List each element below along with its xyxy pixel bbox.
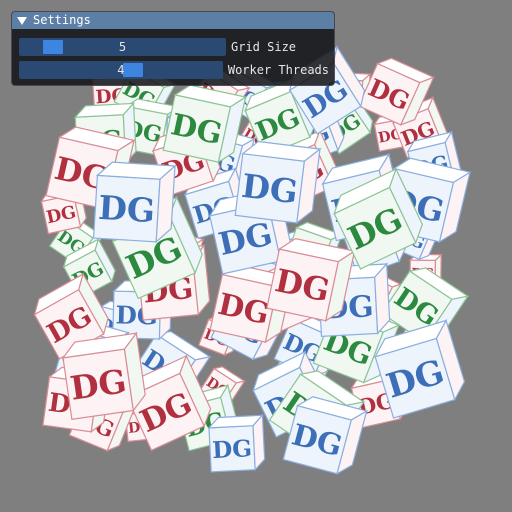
worker-threads-slider[interactable]: 4: [19, 61, 223, 79]
dg-cube: DG: [162, 84, 248, 164]
grid-size-row: 5 Grid Size: [19, 38, 329, 56]
dg-cube: DG: [234, 140, 322, 225]
cube-dg-glyph: DG: [212, 435, 253, 464]
grid-size-value: 5: [118, 40, 127, 54]
dg-cube: DG: [92, 161, 177, 244]
grid-size-slider[interactable]: 5: [19, 38, 226, 56]
cube-dg-glyph: DG: [240, 166, 300, 212]
cube-dg-glyph: DG: [68, 361, 129, 408]
triangle-down-icon[interactable]: [17, 16, 27, 25]
worker-threads-value: 4: [117, 63, 125, 77]
cube-side-face: [252, 413, 266, 472]
worker-threads-row: 4 Worker Threads: [19, 61, 329, 79]
cube-dg-glyph: DG: [97, 188, 156, 230]
worker-threads-label: Worker Threads: [227, 63, 329, 77]
grid-size-label: Grid Size: [231, 40, 297, 54]
settings-window[interactable]: Settings 5 Grid Size 4 Worker Threads: [11, 11, 335, 86]
dg-cube: DG: [61, 331, 146, 421]
cube-field: DGDGDGDGDGDGDGDGDG DGDGDGDGDGDGDGDGDGDGDG…: [33, 45, 472, 476]
dg-cube: DG: [207, 413, 266, 473]
dg-cube: DG: [266, 238, 357, 322]
settings-title: Settings: [33, 13, 91, 27]
settings-titlebar[interactable]: Settings: [12, 12, 334, 29]
